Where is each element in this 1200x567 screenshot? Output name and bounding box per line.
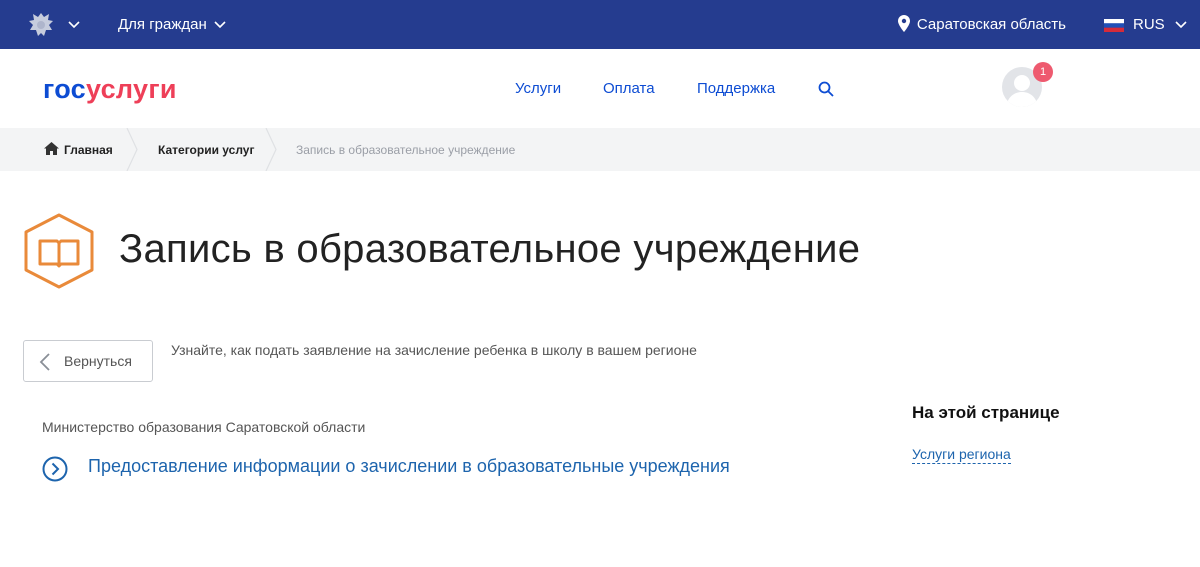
coat-of-arms-icon[interactable] bbox=[26, 10, 56, 40]
nav-services[interactable]: Услуги bbox=[515, 80, 561, 97]
breadcrumb: Главная Категории услуг Запись в образов… bbox=[0, 128, 1200, 171]
nav-payment[interactable]: Оплата bbox=[603, 80, 655, 97]
breadcrumb-current: Запись в образовательное учреждение bbox=[296, 143, 516, 157]
back-button-label: Вернуться bbox=[64, 353, 132, 369]
home-icon[interactable] bbox=[44, 142, 59, 155]
region-selector[interactable]: Саратовская область bbox=[917, 16, 1066, 33]
top-bar: Для граждан Саратовская область RUS bbox=[0, 0, 1200, 49]
service-link[interactable]: Предоставление информации о зачислении в… bbox=[88, 456, 730, 477]
chevron-down-icon[interactable] bbox=[1175, 21, 1187, 29]
chevron-down-icon[interactable] bbox=[214, 21, 226, 29]
gosuslugi-logo[interactable]: госуслуги bbox=[43, 74, 177, 105]
location-pin-icon bbox=[898, 15, 910, 32]
logo-part-gos: гос bbox=[43, 74, 86, 104]
site-header: госуслуги Услуги Оплата Поддержка 1 bbox=[0, 49, 1200, 128]
chevron-left-icon bbox=[39, 353, 50, 371]
chevron-right-circle-icon[interactable] bbox=[42, 456, 68, 482]
page-title: Запись в образовательное учреждение bbox=[119, 227, 861, 271]
notification-badge[interactable]: 1 bbox=[1033, 62, 1053, 82]
ministry-name: Министерство образования Саратовской обл… bbox=[42, 419, 366, 435]
page-lead: Узнайте, как подать заявление на зачисле… bbox=[171, 342, 697, 358]
breadcrumb-separator bbox=[126, 128, 138, 171]
on-this-page-title: На этой странице bbox=[912, 403, 1060, 422]
audience-menu[interactable]: Для граждан bbox=[118, 16, 207, 33]
nav-support[interactable]: Поддержка bbox=[697, 80, 775, 97]
logo-part-uslugi: услуги bbox=[85, 74, 177, 104]
breadcrumb-separator bbox=[265, 128, 277, 171]
chevron-down-icon[interactable] bbox=[68, 21, 80, 29]
back-button[interactable]: Вернуться bbox=[23, 340, 153, 382]
regional-services-link[interactable]: Услуги региона bbox=[912, 446, 1011, 464]
breadcrumb-categories[interactable]: Категории услуг bbox=[158, 143, 254, 157]
book-icon bbox=[24, 213, 94, 289]
breadcrumb-home[interactable]: Главная bbox=[64, 143, 113, 157]
search-icon[interactable] bbox=[818, 81, 834, 97]
language-selector[interactable]: RUS bbox=[1133, 16, 1165, 33]
russian-flag-icon bbox=[1104, 19, 1124, 32]
